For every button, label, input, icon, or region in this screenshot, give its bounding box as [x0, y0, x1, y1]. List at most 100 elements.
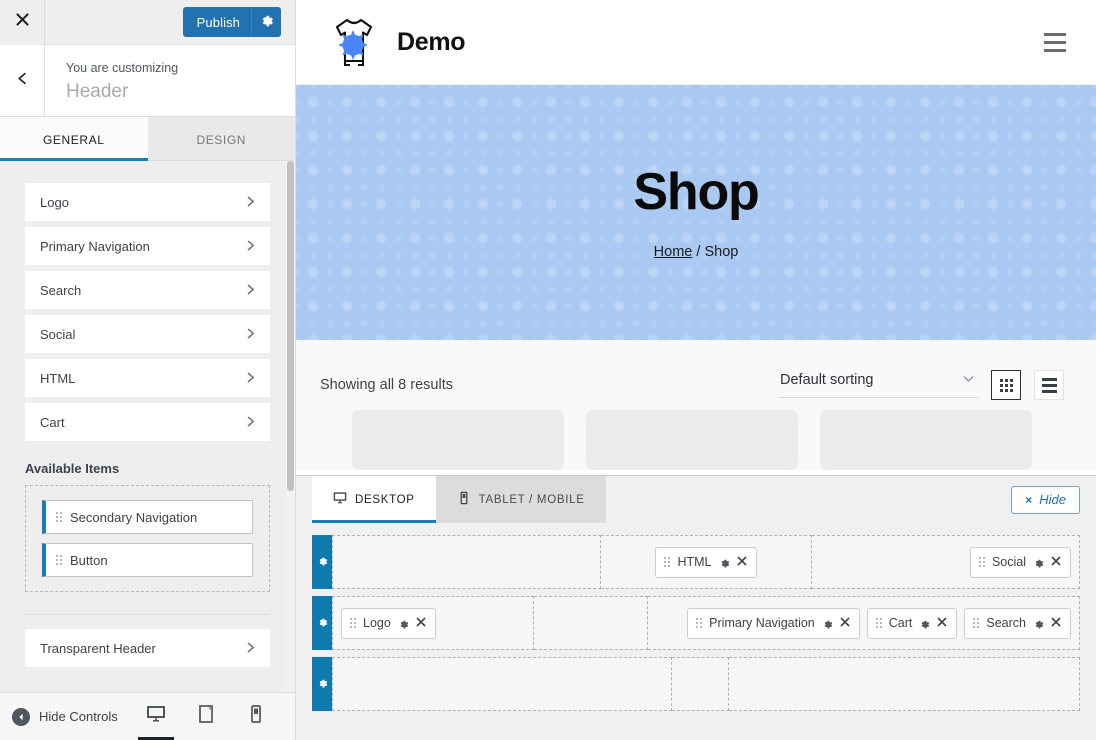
available-items-dropzone[interactable]: Secondary Navigation Button: [25, 485, 270, 592]
drag-handle-icon[interactable]: [350, 617, 356, 629]
device-tablet-button[interactable]: [191, 700, 221, 734]
sidebar-item-label: Cart: [40, 414, 65, 430]
tab-general[interactable]: GENERAL: [0, 117, 148, 161]
item-remove-icon[interactable]: [1051, 616, 1061, 630]
tab-design[interactable]: DESIGN: [147, 117, 295, 160]
zone-bottom-right[interactable]: [728, 657, 1080, 711]
item-remove-icon[interactable]: [840, 616, 850, 630]
site-brand-title: Demo: [397, 27, 466, 56]
builder-rows: HTML Social Logo Primary Navigation Cart…: [296, 523, 1096, 711]
shop-toolbar-row: Showing all 8 results Default sorting: [320, 370, 1064, 400]
available-item-label: Button: [70, 552, 108, 568]
breadcrumb-home-link[interactable]: Home: [654, 244, 693, 260]
item-settings-icon[interactable]: [1033, 557, 1044, 568]
list-glyph: [1041, 377, 1057, 393]
section-divider: [25, 614, 270, 615]
item-settings-icon[interactable]: [919, 618, 930, 629]
item-remove-icon[interactable]: [1051, 555, 1061, 569]
site-logo-link[interactable]: Demo: [328, 14, 466, 70]
sidebar-item-search[interactable]: Search: [25, 271, 270, 309]
close-customizer-button[interactable]: [0, 0, 45, 45]
available-item-secondary-navigation[interactable]: Secondary Navigation: [42, 500, 253, 534]
product-card[interactable]: [352, 410, 564, 470]
chevron-right-icon: [245, 282, 256, 299]
publish-settings-button[interactable]: [251, 7, 281, 37]
item-remove-icon[interactable]: [416, 616, 426, 630]
builder-item-label: Cart: [888, 616, 913, 630]
publish-button[interactable]: Publish: [182, 7, 251, 37]
builder-tab-tablet-mobile[interactable]: TABLET / MOBILE: [435, 476, 606, 523]
chevron-right-icon: [245, 326, 256, 343]
drag-handle-icon[interactable]: [973, 617, 980, 629]
panel-title-group: You are customizing Header: [45, 45, 178, 116]
item-settings-icon[interactable]: [822, 618, 833, 629]
row-settings-button[interactable]: [312, 535, 332, 589]
hamburger-bar: [1044, 48, 1066, 52]
zone-top-right[interactable]: Social: [811, 535, 1080, 589]
builder-item-label: Social: [991, 555, 1026, 569]
grid-view-icon[interactable]: [991, 370, 1021, 400]
list-view-icon[interactable]: [1034, 370, 1064, 400]
row-settings-button[interactable]: [312, 657, 332, 711]
hide-builder-button[interactable]: × Hide: [1011, 485, 1080, 514]
zone-main-right[interactable]: Primary Navigation Cart Search: [648, 596, 1080, 650]
drag-handle-icon[interactable]: [664, 556, 671, 568]
drag-handle-icon[interactable]: [696, 617, 703, 629]
builder-item-cart[interactable]: Cart: [866, 607, 958, 639]
item-remove-icon[interactable]: [937, 616, 947, 630]
builder-item-social[interactable]: Social: [969, 546, 1071, 578]
hide-controls-button[interactable]: Hide Controls: [12, 707, 118, 726]
grid-glyph: [999, 378, 1013, 392]
item-settings-icon[interactable]: [719, 557, 730, 568]
sidebar-item-social[interactable]: Social: [25, 315, 270, 353]
builder-tab-label: TABLET / MOBILE: [478, 493, 585, 506]
sorting-select[interactable]: Default sorting: [778, 372, 978, 398]
zone-bottom-center[interactable]: [672, 657, 729, 711]
back-button[interactable]: [0, 45, 45, 116]
sidebar-item-primary-navigation[interactable]: Primary Navigation: [25, 227, 270, 265]
customizer-topbar: Publish: [0, 0, 295, 45]
item-settings-icon[interactable]: [1033, 618, 1044, 629]
available-item-button[interactable]: Button: [42, 543, 253, 577]
builder-item-html[interactable]: HTML: [655, 546, 757, 578]
hamburger-menu-icon[interactable]: [1038, 27, 1072, 58]
zone-main-left[interactable]: Logo: [332, 596, 534, 650]
builder-device-tabs: DESKTOP TABLET / MOBILE × Hide: [296, 476, 1096, 523]
sidebar-item-logo[interactable]: Logo: [25, 183, 270, 221]
zone-top-center[interactable]: HTML: [601, 535, 812, 589]
hamburger-bar: [1044, 32, 1066, 36]
drag-handle-icon[interactable]: [56, 511, 62, 523]
customizer-panel-header: You are customizing Header: [0, 45, 295, 117]
device-desktop-button[interactable]: [138, 700, 174, 740]
sidebar-scrollbar-thumb[interactable]: [287, 161, 294, 491]
item-settings-icon[interactable]: [398, 618, 409, 629]
builder-item-primary-navigation[interactable]: Primary Navigation: [687, 607, 860, 639]
available-item-label: Secondary Navigation: [70, 509, 198, 525]
product-card[interactable]: [586, 410, 798, 470]
drag-handle-icon[interactable]: [978, 556, 985, 568]
sidebar-item-cart[interactable]: Cart: [25, 403, 270, 441]
zone-bottom-left[interactable]: [332, 657, 672, 711]
zone-top-left[interactable]: [332, 535, 602, 589]
drag-handle-icon[interactable]: [875, 617, 882, 629]
sidebar-item-html[interactable]: HTML: [25, 359, 270, 397]
item-remove-icon[interactable]: [736, 555, 747, 569]
sidebar-item-transparent-header[interactable]: Transparent Header: [25, 629, 270, 667]
builder-tab-label: DESKTOP: [355, 493, 415, 506]
hamburger-bar: [1044, 40, 1066, 44]
product-card[interactable]: [820, 410, 1032, 470]
zone-main-center[interactable]: [533, 596, 649, 650]
chevron-right-icon: [245, 194, 256, 211]
sidebar-item-label: Logo: [40, 194, 69, 210]
builder-item-search[interactable]: Search: [964, 607, 1071, 639]
builder-tab-desktop[interactable]: DESKTOP: [312, 476, 436, 523]
builder-item-logo[interactable]: Logo: [341, 607, 436, 639]
sidebar-scrollbar[interactable]: [286, 161, 295, 692]
builder-row-main: Logo Primary Navigation Cart Search: [312, 596, 1080, 650]
builder-item-label: Logo: [363, 616, 391, 630]
drag-handle-icon[interactable]: [56, 554, 62, 566]
device-mobile-button[interactable]: [241, 700, 271, 734]
customizer-sections: Logo Primary Navigation Search Social HT…: [0, 161, 295, 667]
row-settings-button[interactable]: [312, 596, 332, 650]
customizer-app: Publish You are customizing Header GENER…: [0, 0, 1096, 740]
